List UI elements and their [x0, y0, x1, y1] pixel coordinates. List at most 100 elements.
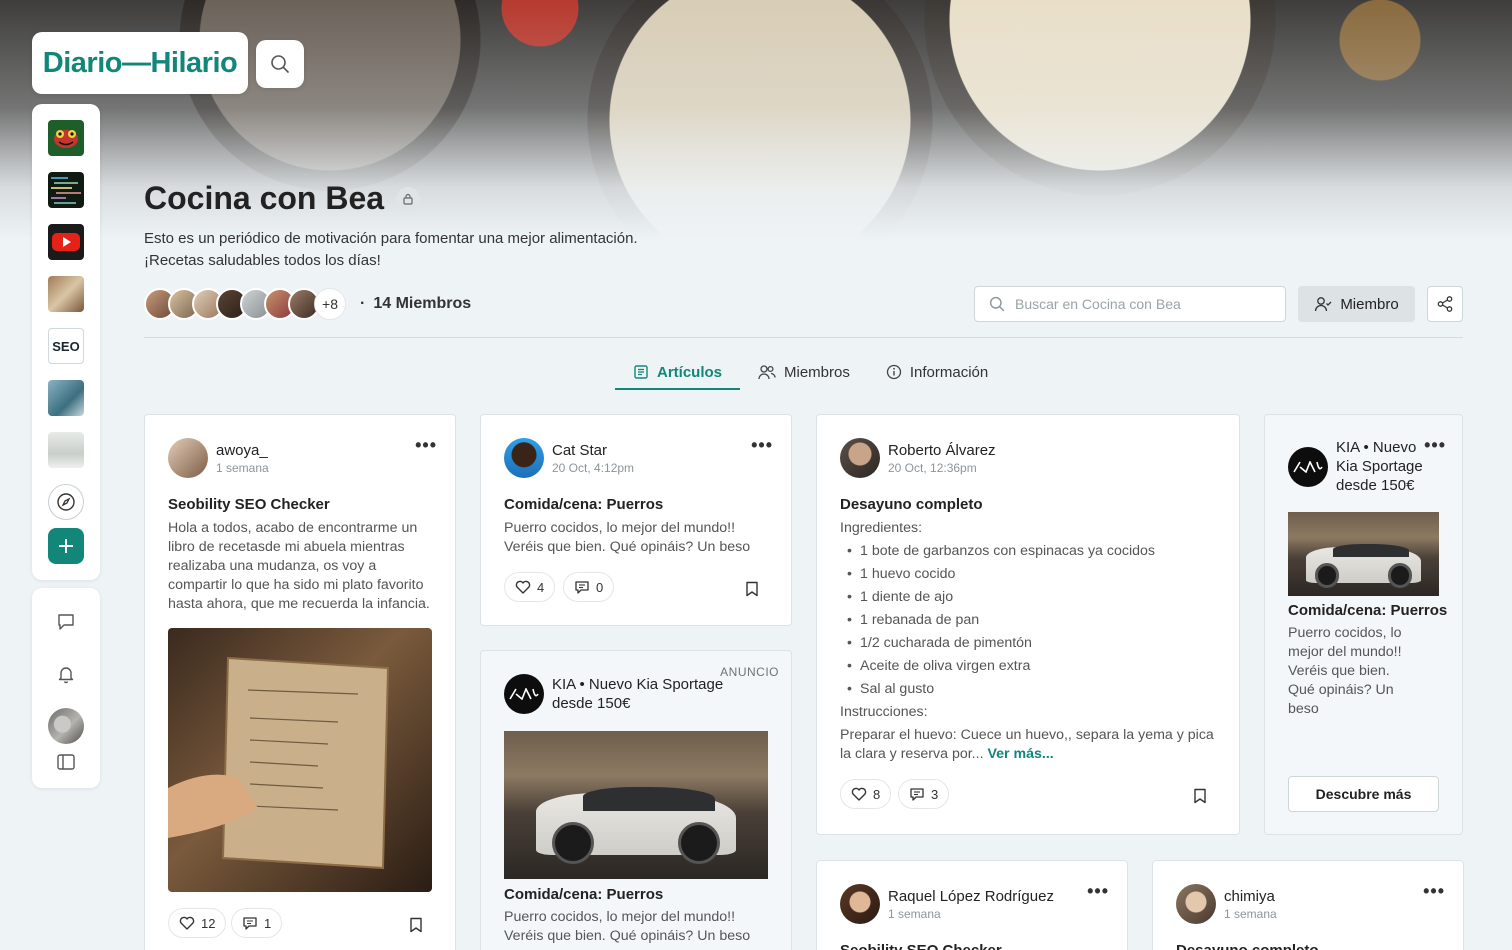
users-icon — [758, 365, 776, 380]
tab-label: Artículos — [657, 363, 723, 381]
comment-button[interactable]: 3 — [898, 779, 950, 809]
ingredients-list: 1 bote de garbanzos con espinacas ya coc… — [840, 540, 1220, 701]
kia-logo — [1288, 446, 1328, 487]
post-title: Seobility SEO Checker — [840, 942, 1002, 950]
members-preview[interactable]: +8 · 14 Miembros — [144, 287, 471, 321]
tab-miembros[interactable]: Miembros — [740, 356, 868, 388]
post-card[interactable]: Cat Star 20 Oct, 4:12pm ••• Comida/cena:… — [480, 414, 792, 626]
instructions-label: Instrucciones: — [840, 704, 928, 720]
global-search-button[interactable] — [256, 40, 304, 88]
comment-button[interactable]: 0 — [563, 572, 615, 602]
like-count: 8 — [873, 786, 881, 802]
notifications-button[interactable] — [54, 662, 78, 686]
read-more-link[interactable]: Ver más... — [987, 746, 1053, 762]
author-avatar — [168, 438, 208, 478]
user-check-icon — [1315, 297, 1332, 312]
user-avatar[interactable] — [48, 708, 84, 744]
group-description: Esto es un periódico de motivación para … — [144, 228, 638, 272]
post-card[interactable]: Roberto Álvarez 20 Oct, 12:36pm Desayuno… — [816, 414, 1240, 835]
ingredient-item: Sal al gusto — [840, 678, 1220, 701]
seo-app-icon[interactable]: SEO — [48, 328, 84, 364]
comment-count: 1 — [264, 915, 272, 931]
post-time: 1 semana — [1224, 906, 1277, 921]
bookmark-button[interactable] — [1192, 787, 1208, 805]
more-members-badge: +8 — [314, 288, 346, 320]
comment-count: 0 — [596, 579, 604, 595]
tab-articulos[interactable]: Artículos — [615, 356, 741, 390]
food-app-icon[interactable] — [48, 276, 84, 312]
author-name: Roberto Álvarez — [888, 441, 996, 459]
post-title: Desayuno completo — [1176, 942, 1319, 950]
bookmark-button[interactable] — [744, 580, 760, 598]
sidebar-user — [32, 588, 100, 788]
heart-icon — [515, 580, 531, 594]
bell-icon — [58, 667, 74, 684]
ad-advertiser[interactable]: KIA • Nuevo Kia Sportage desde 150€ — [504, 674, 724, 714]
post-card[interactable]: awoya_ 1 semana ••• Seobility SEO Checke… — [144, 414, 456, 950]
post-author[interactable]: awoya_ 1 semana — [168, 438, 269, 478]
youtube-app-icon[interactable] — [48, 224, 84, 260]
header-divider — [144, 337, 1463, 338]
ingredient-item: Aceite de oliva virgen extra — [840, 655, 1220, 678]
advertiser-name: KIA • Nuevo Kia Sportage desde 150€ — [552, 676, 724, 712]
private-badge — [396, 186, 421, 211]
discover-more-button[interactable]: Descubre más — [1288, 776, 1439, 812]
ad-advertiser[interactable]: KIA • Nuevo Kia Sportage desde 150€ — [1288, 438, 1428, 495]
sidebar-apps: SEO — [32, 104, 100, 580]
group-header: Cocina con Bea — [144, 180, 421, 217]
author-name: Raquel López Rodríguez — [888, 887, 1054, 905]
explore-button[interactable] — [48, 484, 84, 520]
post-card[interactable]: chimiya 1 semana ••• Desayuno completo — [1152, 860, 1464, 950]
seo-app-label: SEO — [52, 338, 80, 354]
like-button[interactable]: 8 — [840, 779, 892, 809]
ingredient-item: 1 rebanada de pan — [840, 609, 1220, 632]
member-count-label: 14 Miembros — [373, 295, 472, 312]
post-author[interactable]: Cat Star 20 Oct, 4:12pm — [504, 438, 634, 478]
share-button[interactable] — [1427, 286, 1463, 322]
comment-button[interactable]: 1 — [231, 908, 283, 938]
bookmark-button[interactable] — [408, 916, 424, 934]
laptop-app-icon[interactable] — [48, 380, 84, 416]
tab-informacion[interactable]: Información — [868, 356, 1006, 388]
like-button[interactable]: 12 — [168, 908, 227, 938]
tab-label: Información — [909, 363, 989, 381]
group-search-input[interactable] — [1015, 296, 1265, 312]
more-options-button[interactable]: ••• — [1423, 881, 1445, 902]
info-icon — [886, 364, 902, 380]
like-button[interactable]: 4 — [504, 572, 556, 602]
bookmark-icon — [1194, 788, 1206, 804]
more-options-button[interactable]: ••• — [751, 435, 773, 456]
group-search[interactable] — [974, 286, 1286, 322]
messages-button[interactable] — [54, 610, 78, 634]
ad-card[interactable]: ANUNCIO KIA • Nuevo Kia Sportage desde 1… — [480, 650, 792, 950]
logo[interactable]: Diario—Hilario — [32, 32, 248, 94]
ad-body: Puerro cocidos, lo mejor del mundo!! Ver… — [504, 909, 751, 944]
newspaper-icon — [634, 365, 648, 379]
post-author[interactable]: chimiya 1 semana — [1176, 884, 1277, 924]
ad-title: Comida/cena: Puerros — [1288, 602, 1448, 619]
group-tabs: Artículos Miembros Información — [615, 356, 1006, 390]
member-button[interactable]: Miembro — [1298, 286, 1415, 322]
more-options-button[interactable]: ••• — [1087, 881, 1109, 902]
ad-image — [504, 731, 768, 879]
post-author[interactable]: Raquel López Rodríguez 1 semana — [840, 884, 1054, 924]
description-line: Esto es un periódico de motivación para … — [144, 230, 638, 247]
snow-app-icon[interactable] — [48, 432, 84, 468]
more-options-button[interactable]: ••• — [415, 435, 437, 456]
code-app-icon[interactable] — [48, 172, 84, 208]
tab-label: Miembros — [784, 363, 850, 381]
post-title: Desayuno completo — [840, 496, 983, 513]
sidebar-icon — [57, 754, 75, 770]
plus-icon — [59, 539, 73, 553]
frog-app-icon[interactable] — [48, 120, 84, 156]
ad-image — [1288, 512, 1439, 596]
post-author[interactable]: Roberto Álvarez 20 Oct, 12:36pm — [840, 438, 996, 478]
like-count: 4 — [537, 579, 545, 595]
share-icon — [1437, 296, 1453, 312]
ad-card[interactable]: ••• KIA • Nuevo Kia Sportage desde 150€ … — [1264, 414, 1463, 835]
author-avatar — [1176, 884, 1216, 924]
create-button[interactable] — [48, 528, 84, 564]
post-card[interactable]: Raquel López Rodríguez 1 semana ••• Seob… — [816, 860, 1128, 950]
author-name: chimiya — [1224, 887, 1275, 905]
toggle-sidebar-button[interactable] — [54, 750, 78, 774]
